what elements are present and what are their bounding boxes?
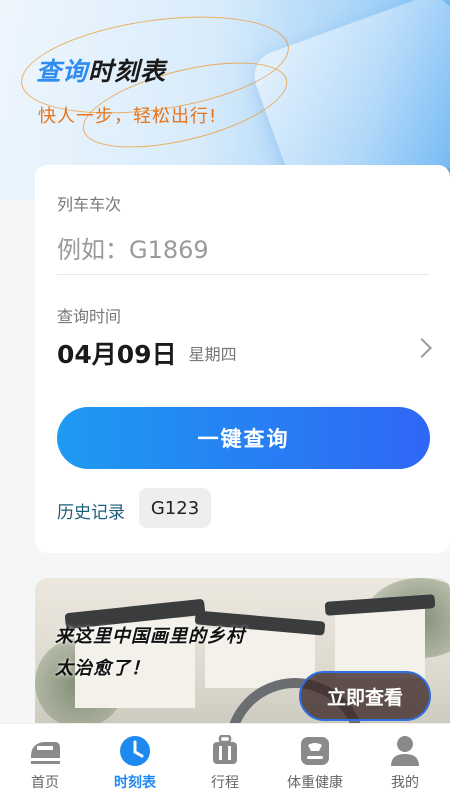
painted-house: [335, 608, 425, 678]
view-now-button[interactable]: 立即查看: [299, 671, 431, 721]
title-part-1: 查询: [36, 57, 89, 86]
tab-mine[interactable]: 我的: [360, 724, 450, 800]
tab-weight-health[interactable]: 体重健康: [270, 724, 360, 800]
chevron-right-icon: [412, 338, 432, 358]
tab-label: 首页: [31, 775, 59, 791]
tab-label: 时刻表: [114, 775, 156, 791]
train-number-input[interactable]: [57, 225, 429, 275]
tab-trip[interactable]: 行程: [180, 724, 270, 800]
tab-label: 行程: [211, 775, 239, 791]
luggage-icon: [208, 734, 242, 768]
user-icon: [388, 734, 422, 768]
slogan: 快人一步，轻松出行!: [38, 106, 218, 127]
query-time-label: 查询时间: [57, 307, 122, 326]
selected-weekday: 星期四: [188, 345, 237, 364]
tab-home[interactable]: 首页: [0, 724, 90, 800]
train-number-label: 列车车次: [57, 195, 122, 214]
search-card: 列车车次 查询时间 04月09日 星期四 一键查询 历史记录 G123: [35, 165, 450, 553]
promo-banner[interactable]: 来这里中国画里的乡村 太治愈了！ 立即查看: [35, 578, 450, 738]
clock-icon: [118, 734, 152, 768]
train-icon: [28, 734, 62, 768]
tab-timetable[interactable]: 时刻表: [90, 724, 180, 800]
history-chip[interactable]: G123: [139, 488, 211, 528]
title-part-2: 时刻表: [88, 57, 167, 86]
history-label: 历史记录: [57, 503, 125, 523]
banner-line-1: 来这里中国画里的乡村: [55, 626, 245, 647]
search-button[interactable]: 一键查询: [57, 407, 430, 469]
selected-date: 04月09日: [57, 340, 177, 369]
bottom-tab-bar: 首页 时刻表 行程 体重健康 我的: [0, 723, 450, 800]
tab-label: 体重健康: [287, 775, 343, 791]
tab-label: 我的: [391, 775, 419, 791]
page-title: 查询时刻表: [36, 52, 166, 88]
banner-line-2: 太治愈了！: [55, 658, 150, 679]
date-picker[interactable]: 04月09日 星期四: [57, 333, 432, 373]
scale-icon: [298, 734, 332, 768]
